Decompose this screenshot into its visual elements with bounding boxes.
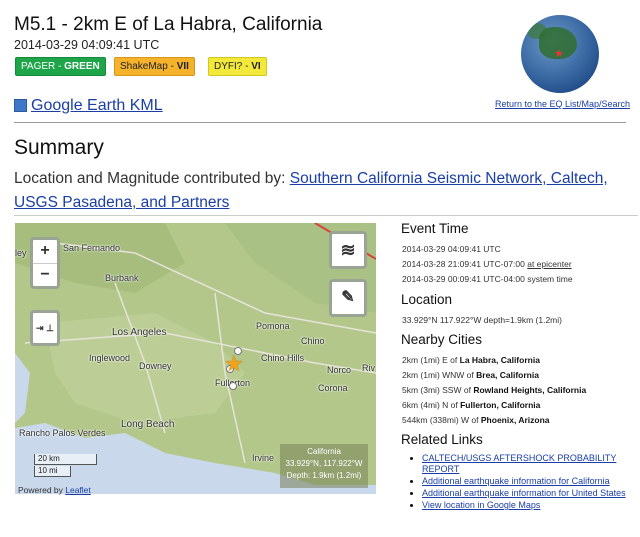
wrench-icon: ✎ xyxy=(341,289,355,306)
map-city-label: Rancho Palos Verdes xyxy=(19,428,106,438)
shakemap-badge-value: VII xyxy=(176,61,189,72)
nearby-city: Fullerton, California xyxy=(460,400,541,410)
nearby-dist: 2km (1mi) WNW of xyxy=(402,370,477,380)
nearby-city-item: 2km (1mi) WNW of Brea, California xyxy=(402,370,539,380)
zoom-out-button[interactable]: − xyxy=(33,264,57,287)
event-time-epicenter: 2014-03-28 21:09:41 UTC-07:00 at epicent… xyxy=(402,259,572,269)
contributor-prefix: Location and Magnitude contributed by: xyxy=(14,170,290,187)
map-marker-dot[interactable] xyxy=(229,382,237,390)
fullscreen-button[interactable]: ⇥ ⊥ xyxy=(30,310,60,346)
epicenter-time-value: 2014-03-28 21:09:41 UTC-07:00 xyxy=(402,259,528,269)
contributor-text: Location and Magnitude contributed by: S… xyxy=(14,167,634,215)
list-item: View location in Google Maps xyxy=(422,500,640,511)
coord-depth: Depth: 1.9km (1.2mi) xyxy=(286,471,362,480)
location-heading: Location xyxy=(401,292,453,307)
map-city-label: Inglewood xyxy=(89,353,131,363)
event-time-system: 2014-03-29 00:09:41 UTC-04:00 system tim… xyxy=(402,274,573,284)
nearby-city: Rowland Heights, California xyxy=(473,385,587,395)
nearby-city-item: 6km (4mi) N of Fullerton, California xyxy=(402,400,540,410)
layers-icon: ≋ xyxy=(340,240,356,260)
summary-heading: Summary xyxy=(14,136,104,159)
location-value: 33.929°N 117.922°W depth=1.9km (1.2mi) xyxy=(402,315,562,325)
nearby-dist: 5km (3mi) SSW of xyxy=(402,385,474,395)
map-city-label: San Fernando xyxy=(63,243,121,253)
dyfi-badge-label: DYFI? - xyxy=(214,61,252,72)
california-info-link[interactable]: Additional earthquake information for Ca… xyxy=(422,476,610,486)
related-links-heading: Related Links xyxy=(401,432,483,447)
nearby-dist: 6km (4mi) N of xyxy=(402,400,461,410)
map-city-label: Riv xyxy=(362,363,375,373)
aftershock-report-link[interactable]: CALTECH/USGS AFTERSHOCK PROBABILITY REPO… xyxy=(422,453,616,474)
shakemap-badge-label: ShakeMap - xyxy=(120,61,177,72)
nearby-city-item: 2km (1mi) E of La Habra, California xyxy=(402,355,540,365)
map-city-label: ley xyxy=(15,248,27,258)
expand-icon: ⇥ ⊥ xyxy=(36,323,54,333)
nearby-city-item: 544km (338mi) W of Phoenix, Arizona xyxy=(402,415,550,425)
nearby-dist: 544km (338mi) W of xyxy=(402,415,481,425)
nearby-city: Brea, California xyxy=(476,370,539,380)
map-coord-info: California 33.929°N, 117.922°W Depth: 1.… xyxy=(280,444,368,488)
scale-bar-mi: 10 mi xyxy=(34,466,71,477)
kml-link-row[interactable]: Google Earth KML xyxy=(14,97,163,115)
nearby-city-item: 5km (3mi) SSW of Rowland Heights, Califo… xyxy=(402,385,586,395)
map-city-label: Downey xyxy=(139,361,172,371)
return-eq-list-link[interactable]: Return to the EQ List/Map/Search xyxy=(495,99,630,109)
map-city-label: Chino xyxy=(301,336,325,346)
epicenter-star-icon[interactable]: ★ xyxy=(224,353,244,375)
divider xyxy=(14,122,626,123)
divider xyxy=(14,215,638,216)
pager-badge-value: GREEN xyxy=(64,61,100,72)
coord-latlon: 33.929°N, 117.922°W xyxy=(285,459,363,468)
nearby-city: La Habra, California xyxy=(459,355,540,365)
google-earth-icon xyxy=(14,99,27,113)
at-epicenter-link[interactable]: at epicenter xyxy=(527,259,571,269)
nearby-dist: 2km (1mi) E of xyxy=(402,355,460,365)
coord-region: California xyxy=(307,447,341,456)
list-item: Additional earthquake information for Un… xyxy=(422,488,640,499)
globe-locator-icon: ★ xyxy=(521,15,599,93)
leaflet-link[interactable]: Leaflet xyxy=(65,485,91,495)
map-attribution: Powered by Leaflet xyxy=(18,485,91,495)
nearby-city: Phoenix, Arizona xyxy=(480,415,550,425)
map-city-label: Burbank xyxy=(105,273,139,283)
event-time-utc: 2014-03-29 04:09:41 UTC xyxy=(402,244,501,254)
page-title: M5.1 - 2km E of La Habra, California xyxy=(14,14,323,35)
map-city-label: Chino Hills xyxy=(261,353,305,363)
us-info-link[interactable]: Additional earthquake information for Un… xyxy=(422,488,626,498)
pager-badge-label: PAGER - xyxy=(21,61,65,72)
pager-badge[interactable]: PAGER - GREEN xyxy=(15,57,106,76)
zoom-control: + − xyxy=(30,237,60,289)
event-datetime: 2014-03-29 04:09:41 UTC xyxy=(14,38,160,52)
map-city-label: Irvine xyxy=(252,453,275,463)
map-city-label: Corona xyxy=(318,383,348,393)
map-city-label: Norco xyxy=(327,365,352,375)
map-city-label: Los Angeles xyxy=(112,327,167,338)
layers-button[interactable]: ≋ xyxy=(329,231,367,269)
dyfi-badge[interactable]: DYFI? - VI xyxy=(208,57,267,76)
shakemap-badge[interactable]: ShakeMap - VII xyxy=(114,57,195,76)
list-item: CALTECH/USGS AFTERSHOCK PROBABILITY REPO… xyxy=(422,453,640,475)
globe-epicenter-star-icon: ★ xyxy=(554,48,564,60)
google-maps-link[interactable]: View location in Google Maps xyxy=(422,500,540,510)
event-map[interactable]: + − ⇥ ⊥ ≋ ✎ San Fernando Burbank Los Ang… xyxy=(15,223,376,494)
kml-link[interactable]: Google Earth KML xyxy=(31,97,163,114)
list-item: Additional earthquake information for Ca… xyxy=(422,476,640,487)
nearby-cities-heading: Nearby Cities xyxy=(401,332,483,347)
dyfi-badge-value: VI xyxy=(251,61,261,72)
zoom-in-button[interactable]: + xyxy=(33,240,57,264)
tools-button[interactable]: ✎ xyxy=(329,279,367,317)
attribution-prefix: Powered by xyxy=(18,485,66,495)
map-city-label: Pomona xyxy=(256,321,290,331)
map-city-label: Long Beach xyxy=(121,419,175,430)
event-time-heading: Event Time xyxy=(401,221,469,236)
related-links-list: CALTECH/USGS AFTERSHOCK PROBABILITY REPO… xyxy=(408,453,640,512)
scale-bar-km: 20 km xyxy=(34,454,97,465)
